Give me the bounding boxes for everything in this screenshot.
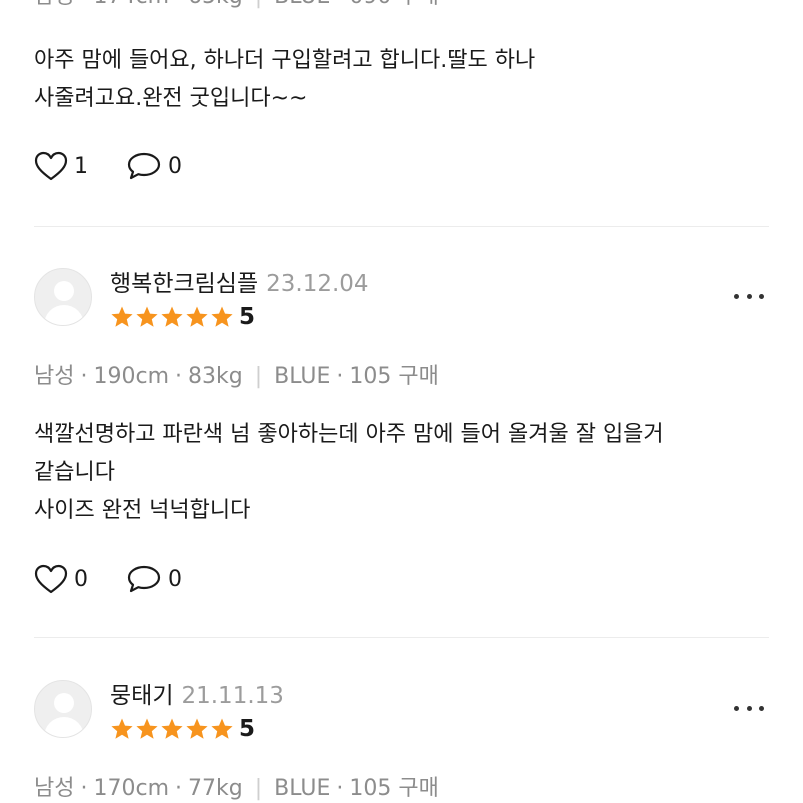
star-icon — [210, 717, 234, 741]
star-icon — [135, 305, 159, 329]
option-size: 090 — [349, 0, 391, 9]
weight: 65kg — [188, 0, 243, 9]
divider — [34, 637, 769, 638]
reviewer-line: 뭉태기 21.11.13 — [110, 676, 284, 710]
star-icon — [185, 305, 209, 329]
review-date: 21.11.13 — [181, 683, 284, 709]
reviewer-name[interactable]: 행복한크림심플 — [110, 271, 258, 297]
purchase-label: 구매 — [398, 364, 439, 389]
rating: 5 — [110, 304, 255, 330]
rating-score: 5 — [239, 304, 256, 330]
review-text-line: 아주 맘에 들어요, 하나더 구입할려고 합니다.딸도 하나 — [34, 48, 536, 73]
star-icon — [185, 717, 209, 741]
review-text-line: 색깔선명하고 파란색 넘 좋아하는데 아주 맘에 들어 올겨울 잘 입을거 — [34, 422, 664, 447]
weight: 83kg — [188, 364, 243, 389]
purchase-label: 구매 — [398, 0, 438, 9]
review-meta: 남성 · 170cm · 77kg | BLUE · 105 구매 — [34, 776, 439, 801]
review-actions: 0 0 — [34, 564, 220, 594]
heart-icon — [34, 564, 68, 594]
more-options-icon[interactable] — [734, 286, 764, 306]
comment-count: 0 — [168, 153, 182, 179]
star-icon — [160, 717, 184, 741]
star-icon — [160, 305, 184, 329]
option-color: BLUE — [274, 776, 331, 801]
review-header: 행복한크림심플 23.12.04 5 — [0, 250, 803, 350]
gender: 남성 — [34, 0, 74, 9]
option-size: 105 — [349, 776, 392, 801]
like-count: 0 — [74, 566, 88, 592]
speech-bubble-icon — [127, 565, 161, 593]
height: 174cm — [93, 0, 169, 9]
speech-bubble-icon — [127, 152, 161, 180]
review-meta: 남성 · 190cm · 83kg | BLUE · 105 구매 — [34, 364, 439, 389]
divider — [34, 226, 769, 227]
avatar[interactable] — [34, 680, 92, 738]
star-icon — [135, 717, 159, 741]
review-card: 뭉태기 21.11.13 5 남성 · 170cm · 77kg | BLUE · 105 구매 — [0, 662, 803, 801]
purchase-label: 구매 — [398, 776, 439, 801]
rating-score: 5 — [239, 716, 256, 742]
review-date: 23.12.04 — [266, 271, 369, 297]
option-size: 105 — [349, 364, 392, 389]
like-count: 1 — [74, 153, 88, 179]
review-text-line: 사줄려고요.완전 굿입니다~~ — [34, 86, 308, 111]
reviewer-line: 행복한크림심플 23.12.04 — [110, 264, 369, 298]
review-text-line: 사이즈 완전 넉넉합니다 — [34, 498, 251, 523]
rating: 5 — [110, 716, 255, 742]
star-icon — [110, 717, 134, 741]
review-meta: 남성·174cm·65kg|BLUE·090 구매 — [34, 0, 439, 10]
reviewer-name[interactable]: 뭉태기 — [110, 683, 173, 709]
more-options-icon[interactable] — [734, 698, 764, 718]
comment-button[interactable]: 0 — [126, 151, 182, 181]
review-header: 뭉태기 21.11.13 5 — [0, 662, 803, 762]
avatar[interactable] — [34, 268, 92, 326]
weight: 77kg — [188, 776, 243, 801]
like-button[interactable]: 1 — [34, 151, 88, 181]
review-text: 아주 맘에 들어요, 하나더 구입할려고 합니다.딸도 하나 사줄려고요.완전 … — [34, 42, 535, 118]
review-text: 색깔선명하고 파란색 넘 좋아하는데 아주 맘에 들어 올겨울 잘 입을거 같습… — [34, 416, 664, 530]
comment-button[interactable]: 0 — [126, 564, 182, 594]
height: 170cm — [93, 776, 170, 801]
star-icon — [110, 305, 134, 329]
heart-icon — [34, 151, 68, 181]
review-actions: 1 0 — [34, 151, 220, 181]
option-color: BLUE — [274, 0, 330, 9]
height: 190cm — [93, 364, 170, 389]
gender: 남성 — [34, 776, 75, 801]
comment-count: 0 — [168, 566, 182, 592]
review-text-line: 같습니다 — [34, 460, 115, 485]
option-color: BLUE — [274, 364, 331, 389]
like-button[interactable]: 0 — [34, 564, 88, 594]
review-card: 행복한크림심플 23.12.04 5 남성 · 190cm · 83kg | BLUE · 105… — [0, 250, 803, 638]
star-icon — [210, 305, 234, 329]
gender: 남성 — [34, 364, 75, 389]
